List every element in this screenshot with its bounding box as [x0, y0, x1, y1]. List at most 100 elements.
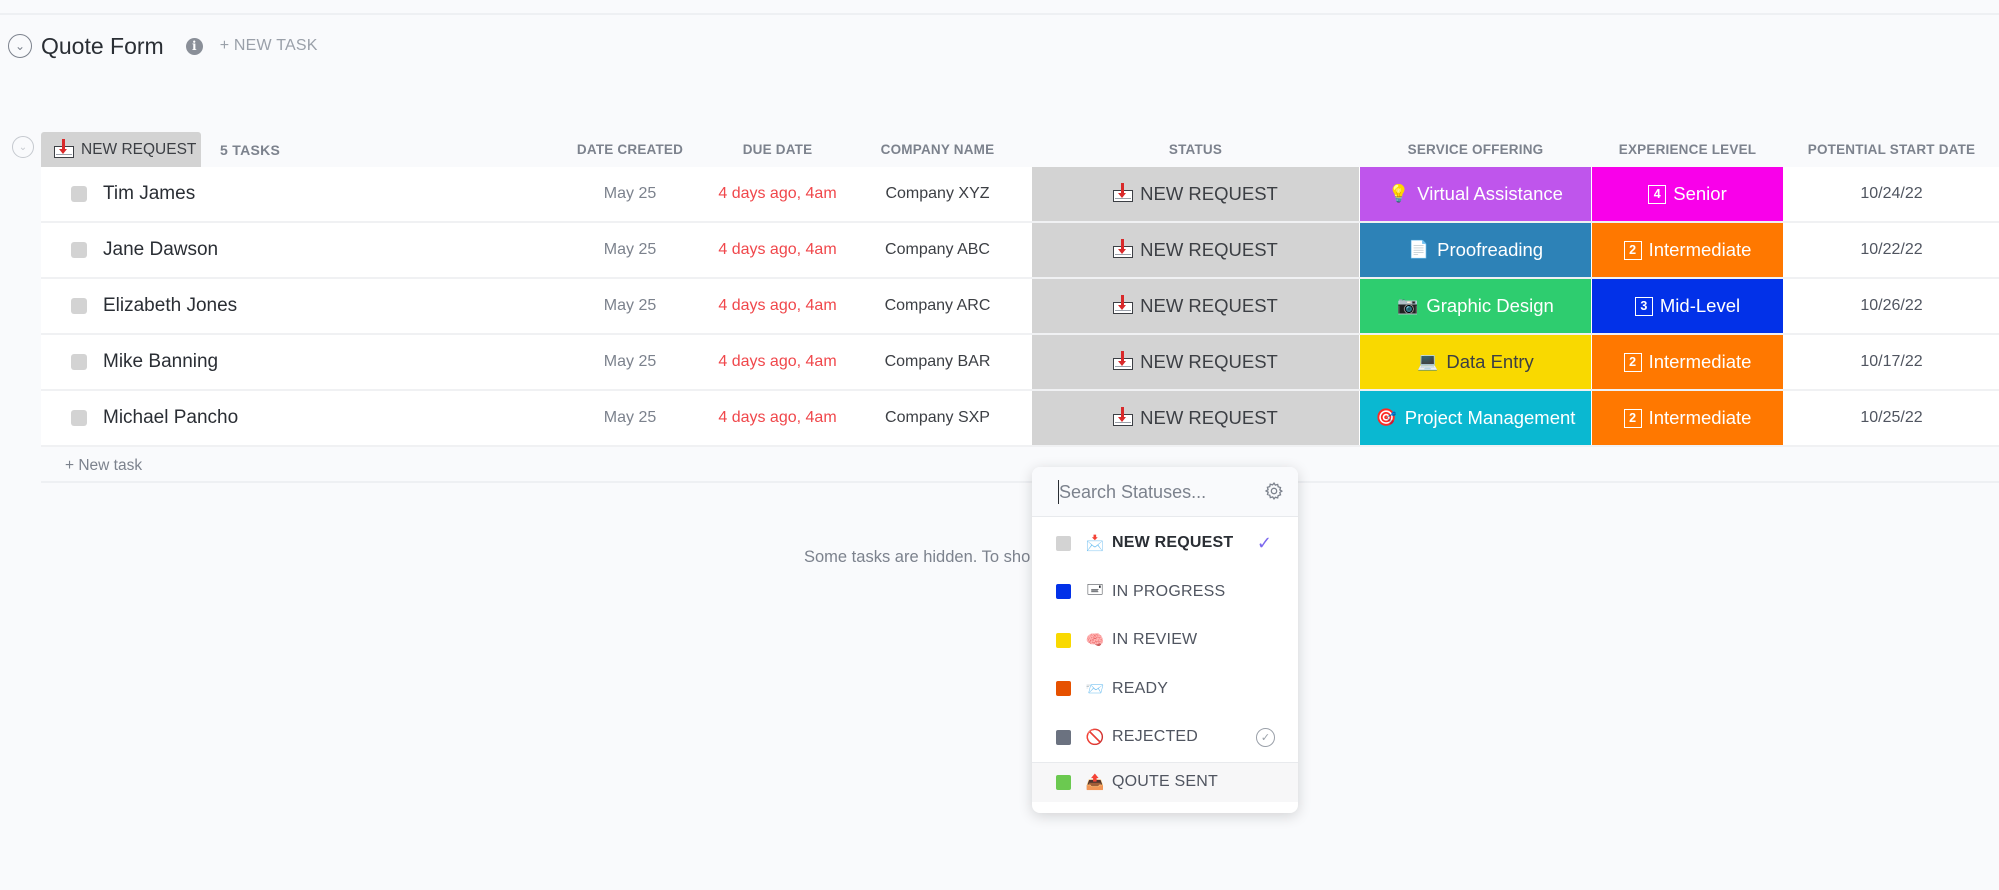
status-option-label: IN REVIEW: [1112, 631, 1198, 649]
service-offering-cell[interactable]: 📷 Graphic Design: [1360, 279, 1591, 333]
status-cell[interactable]: NEW REQUEST: [1032, 167, 1359, 221]
experience-level-cell[interactable]: 2 Intermediate: [1592, 223, 1783, 277]
column-header-potential-start-date[interactable]: POTENTIAL START DATE: [1784, 142, 1999, 157]
status-option[interactable]: 📩 NEW REQUEST ✓: [1032, 519, 1298, 568]
date-created-cell[interactable]: May 25: [548, 391, 712, 445]
company-name-cell[interactable]: Company ABC: [843, 223, 1032, 277]
keycap-number-icon: 2: [1623, 408, 1642, 428]
date-created-cell[interactable]: May 25: [548, 167, 712, 221]
task-status-checkbox[interactable]: [71, 354, 87, 370]
due-date-cell[interactable]: 4 days ago, 4am: [712, 391, 843, 445]
envelope-arrow-icon: [1113, 183, 1134, 202]
table-row[interactable]: Mike Banning May 25 4 days ago, 4am Comp…: [41, 335, 1999, 391]
service-label: Data Entry: [1446, 351, 1534, 372]
camera-icon: 📷: [1397, 296, 1419, 315]
date-created-cell[interactable]: May 25: [548, 335, 712, 389]
service-label: Virtual Assistance: [1417, 183, 1563, 204]
status-option[interactable]: 🧠 IN REVIEW: [1032, 616, 1298, 665]
task-status-checkbox[interactable]: [71, 186, 87, 202]
service-offering-cell[interactable]: 📄 Proofreading: [1360, 223, 1591, 277]
company-name-cell[interactable]: Company ARC: [843, 279, 1032, 333]
status-color-swatch: [1056, 632, 1071, 648]
experience-level-cell[interactable]: 2 Intermediate: [1592, 391, 1783, 445]
task-name[interactable]: Tim James: [103, 167, 195, 221]
due-date-cell[interactable]: 4 days ago, 4am: [712, 335, 843, 389]
status-option[interactable]: 📤 QOUTE SENT: [1032, 761, 1298, 802]
table-row[interactable]: Michael Pancho May 25 4 days ago, 4am Co…: [41, 391, 1999, 447]
date-created-cell[interactable]: May 25: [548, 223, 712, 277]
company-name-cell[interactable]: Company SXP: [843, 391, 1032, 445]
info-icon[interactable]: i: [185, 37, 203, 55]
status-color-swatch: [1056, 681, 1071, 697]
status-label: NEW REQUEST: [1140, 407, 1278, 428]
column-header-experience-level[interactable]: EXPERIENCE LEVEL: [1592, 142, 1783, 157]
task-table: Tim James May 25 4 days ago, 4am Company…: [41, 167, 1999, 447]
experience-level-cell[interactable]: 4 Senior: [1592, 167, 1783, 221]
experience-label: Senior: [1673, 183, 1727, 204]
task-status-checkbox[interactable]: [71, 298, 87, 314]
column-header-date-created[interactable]: DATE CREATED: [548, 142, 712, 157]
status-label: NEW REQUEST: [1140, 239, 1278, 260]
page-title: Quote Form: [41, 32, 164, 59]
status-cell[interactable]: NEW REQUEST: [1032, 279, 1359, 333]
experience-level-cell[interactable]: 2 Intermediate: [1592, 335, 1783, 389]
task-name[interactable]: Mike Banning: [103, 335, 218, 389]
potential-start-date-cell[interactable]: 10/25/22: [1784, 391, 1999, 445]
service-offering-cell[interactable]: 🎯 Project Management: [1360, 391, 1591, 445]
due-date-cell[interactable]: 4 days ago, 4am: [712, 279, 843, 333]
table-row[interactable]: Tim James May 25 4 days ago, 4am Company…: [41, 167, 1999, 223]
new-task-button[interactable]: + NEW TASK: [220, 37, 318, 55]
potential-start-date-cell[interactable]: 10/17/22: [1784, 335, 1999, 389]
group-status-label: NEW REQUEST: [81, 140, 197, 158]
envelope-arrow-icon: [54, 138, 74, 158]
keycap-number-icon: 3: [1634, 296, 1653, 316]
company-name-cell[interactable]: Company XYZ: [843, 167, 1032, 221]
task-name[interactable]: Jane Dawson: [103, 223, 218, 277]
task-name[interactable]: Michael Pancho: [103, 391, 238, 445]
experience-level-cell[interactable]: 3 Mid-Level: [1592, 279, 1783, 333]
status-options-list: 📩 NEW REQUEST ✓ 🖃 IN PROGRESS 🧠 IN REVIEW 📨 READ…: [1032, 517, 1298, 802]
add-new-task-link[interactable]: + New task: [65, 457, 142, 475]
task-status-checkbox[interactable]: [71, 410, 87, 426]
service-label: Project Management: [1404, 407, 1576, 428]
company-name-cell[interactable]: Company BAR: [843, 335, 1032, 389]
gear-icon[interactable]: [1264, 481, 1284, 501]
table-row[interactable]: Elizabeth Jones May 25 4 days ago, 4am C…: [41, 279, 1999, 335]
chevron-down-icon: ⌄: [14, 39, 26, 53]
envelope-arrow-icon: 📩: [1085, 535, 1105, 553]
status-option[interactable]: 🖃 IN PROGRESS: [1032, 568, 1298, 617]
keycap-number-icon: 4: [1648, 184, 1667, 204]
task-status-checkbox[interactable]: [71, 242, 87, 258]
column-header-due-date[interactable]: DUE DATE: [712, 142, 843, 157]
status-color-swatch: [1056, 729, 1071, 745]
potential-start-date-cell[interactable]: 10/24/22: [1784, 167, 1999, 221]
column-header-service-offering[interactable]: SERVICE OFFERING: [1360, 142, 1591, 157]
status-cell[interactable]: NEW REQUEST: [1032, 335, 1359, 389]
service-offering-cell[interactable]: 💡 Virtual Assistance: [1360, 167, 1591, 221]
potential-start-date-cell[interactable]: 10/22/22: [1784, 223, 1999, 277]
status-option-label: QOUTE SENT: [1112, 773, 1219, 790]
status-search-input[interactable]: [1058, 480, 1248, 504]
group-status-chip[interactable]: NEW REQUEST: [41, 132, 201, 167]
potential-start-date-cell[interactable]: 10/26/22: [1784, 279, 1999, 333]
column-header-status[interactable]: STATUS: [1032, 142, 1359, 157]
laptop-icon: 💻: [1417, 352, 1439, 371]
task-name[interactable]: Elizabeth Jones: [103, 279, 237, 333]
outbox-icon: 📤: [1085, 774, 1105, 791]
service-offering-cell[interactable]: 💻 Data Entry: [1360, 335, 1591, 389]
status-cell[interactable]: NEW REQUEST: [1032, 223, 1359, 277]
status-label: NEW REQUEST: [1140, 351, 1278, 372]
status-cell[interactable]: NEW REQUEST: [1032, 391, 1359, 445]
new-task-row: + New task: [41, 447, 1999, 483]
checkmark-icon: ✓: [1256, 532, 1272, 553]
status-option[interactable]: 📨 READY: [1032, 665, 1298, 714]
column-header-company-name[interactable]: COMPANY NAME: [843, 142, 1032, 157]
collapse-list-button[interactable]: ⌄: [8, 34, 32, 58]
table-row[interactable]: Jane Dawson May 25 4 days ago, 4am Compa…: [41, 223, 1999, 279]
due-date-cell[interactable]: 4 days ago, 4am: [712, 167, 843, 221]
collapse-group-button[interactable]: ⌄: [12, 136, 34, 158]
status-option[interactable]: 🚫 REJECTED ✓: [1032, 713, 1298, 762]
due-date-cell[interactable]: 4 days ago, 4am: [712, 223, 843, 277]
date-created-cell[interactable]: May 25: [548, 279, 712, 333]
document-icon: 📄: [1407, 240, 1430, 259]
